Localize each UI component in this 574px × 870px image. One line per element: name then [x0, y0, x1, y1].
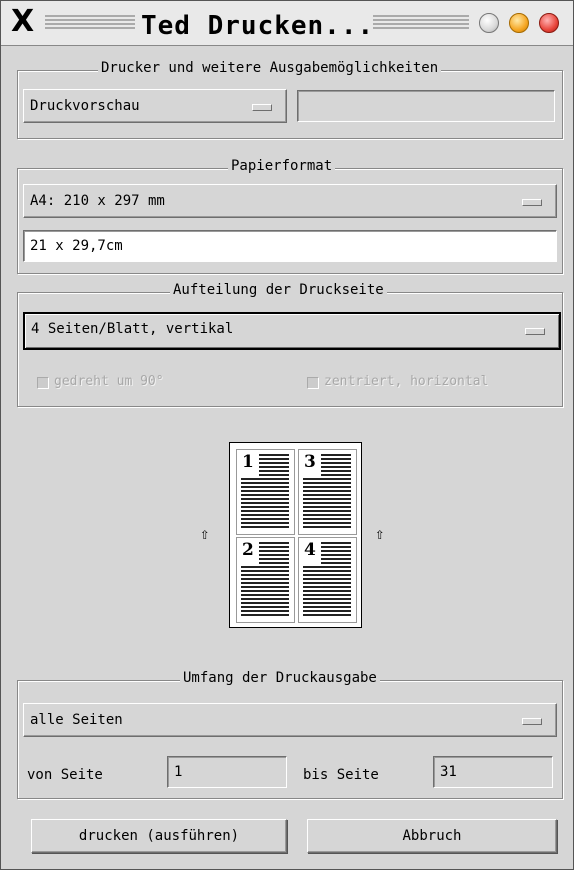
- up-arrow-icon: ⇧: [375, 524, 385, 543]
- paper-format-value: A4: 210 x 297 mm: [30, 193, 165, 209]
- to-page-input[interactable]: 31: [433, 756, 553, 788]
- paper-format-dropdown[interactable]: A4: 210 x 297 mm: [23, 184, 557, 218]
- print-button[interactable]: drucken (ausführen): [31, 819, 287, 853]
- printer-dropdown-value: Druckvorschau: [30, 98, 140, 114]
- title-bar-stripes-right: [373, 15, 469, 31]
- from-page-label: von Seite: [27, 767, 103, 783]
- layout-frame-legend: Aufteilung der Druckseite: [170, 282, 387, 298]
- preview-text-lines: [303, 478, 351, 530]
- to-page-label: bis Seite: [303, 767, 379, 783]
- preview-text-lines: [303, 566, 351, 618]
- rotate-checkbox[interactable]: [37, 377, 49, 389]
- printer-extra-field[interactable]: [297, 90, 555, 122]
- from-page-input[interactable]: 1: [167, 756, 287, 788]
- preview-text-lines: [241, 478, 289, 530]
- dropdown-indicator-icon: [252, 104, 272, 111]
- preview-text-lines: [259, 454, 289, 476]
- preview-page-number: 1: [242, 452, 254, 472]
- print-range-value: alle Seiten: [30, 712, 123, 728]
- paper-frame-legend: Papierformat: [228, 158, 336, 174]
- dropdown-indicator-icon: [525, 328, 545, 335]
- preview-page: 4: [298, 537, 357, 623]
- window-title: Ted Drucken...: [141, 11, 375, 41]
- rotate-checkbox-label: gedreht um 90°: [54, 374, 164, 389]
- preview-text-lines: [321, 542, 351, 564]
- up-arrow-icon: ⇧: [200, 524, 210, 543]
- printer-frame-legend: Drucker und weitere Ausgabemöglichkeiten: [98, 60, 442, 76]
- center-checkbox-label: zentriert, horizontal: [324, 374, 489, 389]
- window-menu-icon[interactable]: X: [11, 7, 34, 37]
- printer-dropdown[interactable]: Druckvorschau: [23, 89, 287, 123]
- dropdown-indicator-icon: [522, 718, 542, 725]
- page-layout-value: 4 Seiten/Blatt, vertikal: [31, 321, 234, 337]
- paper-size-input[interactable]: 21 x 29,7cm: [23, 230, 557, 262]
- dropdown-indicator-icon: [522, 199, 542, 206]
- preview-page: 3: [298, 449, 357, 535]
- title-bar[interactable]: X Ted Drucken...: [1, 1, 573, 46]
- preview-text-lines: [259, 542, 289, 564]
- close-button[interactable]: [539, 13, 559, 33]
- cancel-button[interactable]: Abbruch: [307, 819, 557, 853]
- print-range-dropdown[interactable]: alle Seiten: [23, 703, 557, 737]
- preview-page-number: 2: [242, 540, 254, 560]
- page-layout-dropdown[interactable]: 4 Seiten/Blatt, vertikal: [23, 312, 561, 350]
- preview-page-number: 3: [304, 452, 316, 472]
- preview-page-number: 4: [304, 540, 316, 560]
- page-layout-preview: 1 3 2 4: [229, 442, 362, 628]
- preview-page: 1: [236, 449, 295, 535]
- minimize-button[interactable]: [479, 13, 499, 33]
- preview-page: 2: [236, 537, 295, 623]
- preview-text-lines: [241, 566, 289, 618]
- preview-text-lines: [321, 454, 351, 476]
- print-dialog-window: X Ted Drucken... Drucker und weitere Aus…: [0, 0, 574, 870]
- center-checkbox[interactable]: [307, 377, 319, 389]
- range-frame-legend: Umfang der Druckausgabe: [180, 670, 380, 686]
- maximize-button[interactable]: [509, 13, 529, 33]
- title-bar-stripes: [45, 15, 135, 31]
